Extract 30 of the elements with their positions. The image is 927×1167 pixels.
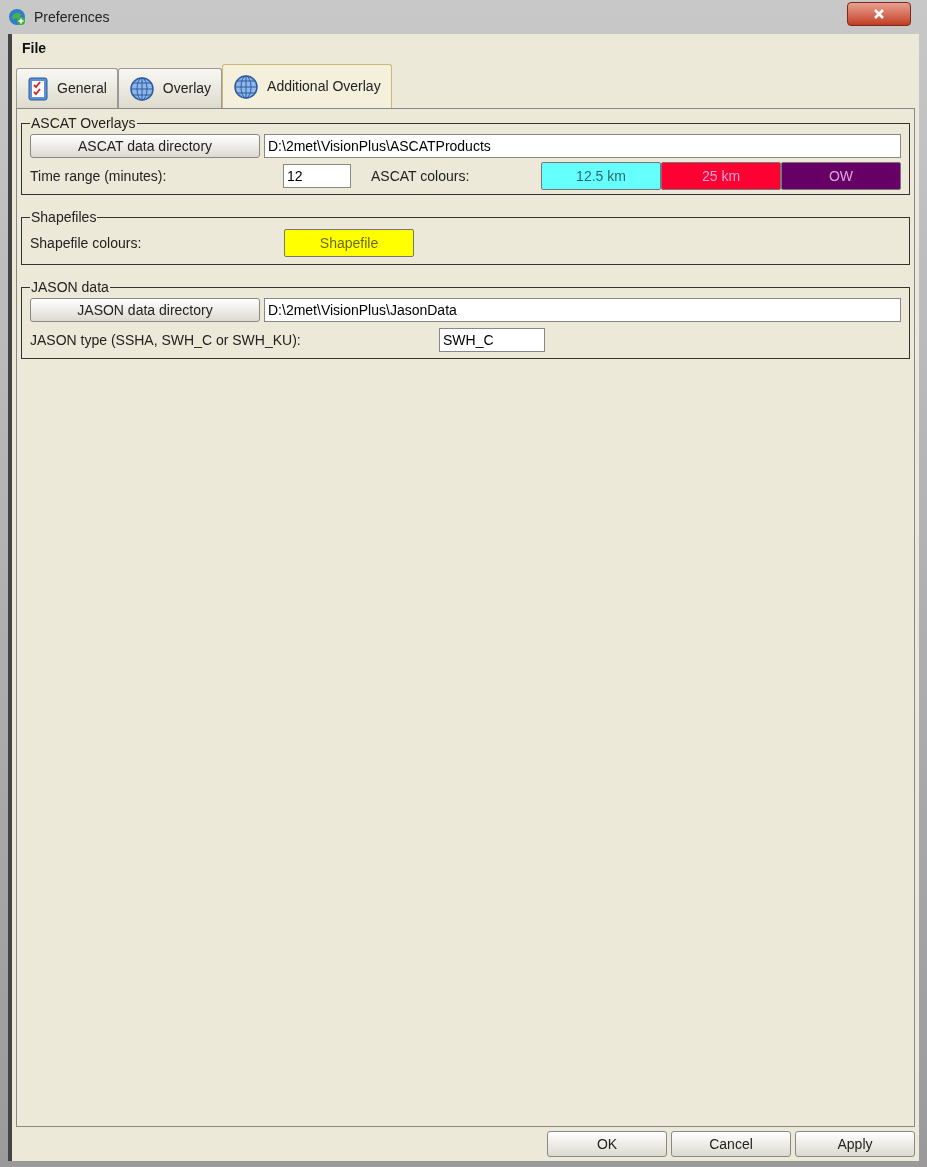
group-title: JASON data bbox=[30, 278, 110, 297]
tab[interactable]: Additional Overlay bbox=[222, 64, 392, 108]
close-icon bbox=[873, 8, 885, 20]
window-title: Preferences bbox=[34, 7, 110, 27]
field-label: JASON type (SSHA, SWH_C or SWH_KU): bbox=[30, 330, 302, 350]
colour-button[interactable]: 12.5 km bbox=[541, 162, 661, 190]
globe-icon bbox=[128, 75, 155, 102]
group-title: Shapefiles bbox=[30, 208, 98, 227]
field-label: Time range (minutes): bbox=[30, 166, 168, 186]
tab[interactable]: Overlay bbox=[117, 68, 223, 108]
colour-button[interactable]: Shapefile bbox=[284, 229, 414, 257]
dialog-button[interactable]: OK bbox=[547, 1131, 667, 1157]
time-range-field[interactable]: 12 bbox=[283, 164, 351, 188]
menu-item[interactable]: File bbox=[22, 37, 47, 59]
directory-button[interactable]: ASCAT data directory bbox=[30, 134, 260, 158]
jason-type-field[interactable]: SWH_C bbox=[439, 328, 545, 352]
field-label: ASCAT colours: bbox=[371, 166, 471, 186]
dialog-button[interactable]: Apply bbox=[795, 1131, 915, 1157]
app-icon bbox=[8, 8, 26, 26]
dialog-button[interactable]: Cancel bbox=[671, 1131, 791, 1157]
tab[interactable]: General bbox=[16, 68, 118, 108]
field-label: Shapefile colours: bbox=[30, 233, 143, 253]
group-title: ASCAT Overlays bbox=[30, 114, 137, 133]
directory-field[interactable]: D:\2met\VisionPlus\JasonData bbox=[264, 298, 901, 322]
checklist-icon bbox=[27, 76, 49, 101]
directory-field[interactable]: D:\2met\VisionPlus\ASCATProducts bbox=[264, 134, 901, 158]
close-button[interactable] bbox=[847, 2, 911, 26]
colour-button[interactable]: OW bbox=[781, 162, 901, 190]
directory-button[interactable]: JASON data directory bbox=[30, 298, 260, 322]
globe-icon bbox=[233, 73, 260, 100]
